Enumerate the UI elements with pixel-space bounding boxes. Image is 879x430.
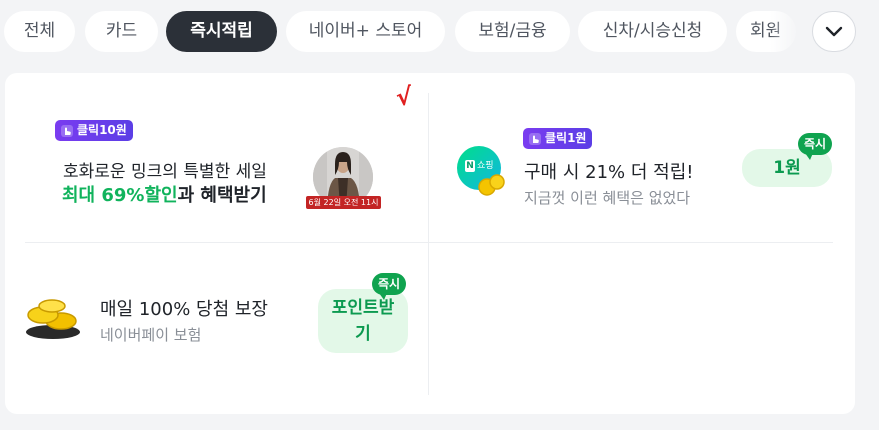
- tab-new-car-test-drive[interactable]: 신차/시승신청: [578, 11, 727, 52]
- click-reward-badge: 클릭1원: [523, 128, 593, 149]
- naver-n-icon: N: [465, 160, 475, 172]
- offers-card: 클릭10원 호화로운 밍크의 특별한 세일 최대 69%할인과 혜택받기 6월 …: [5, 73, 855, 414]
- coin-pile-icon: [26, 299, 80, 339]
- tab-instant-reward[interactable]: 즉시적립: [166, 11, 277, 52]
- offer-title-line2: 최대 69%할인과 혜택받기: [62, 181, 267, 207]
- event-date-label: 6월 22일 오전 11시: [306, 196, 381, 209]
- click-reward-badge: 클릭10원: [55, 120, 133, 141]
- hand-pointer-icon: [529, 132, 541, 145]
- offer-title: 매일 100% 당첨 보장: [100, 299, 268, 320]
- row-divider: [25, 242, 833, 243]
- offer-title: 구매 시 21% 더 적립!: [524, 162, 694, 183]
- checkmark-annotation: √: [394, 82, 414, 112]
- tab-fade-overlay: [770, 8, 810, 56]
- category-tab-bar: 전체 카드 즉시적립 네이버+ 스토어 보험/금융 신차/시승신청 회원: [0, 0, 879, 64]
- instant-tag: 즉시: [372, 273, 407, 300]
- badge-label: 클릭10원: [77, 123, 127, 137]
- get-points-label-line1: 포인트받: [331, 298, 395, 318]
- instant-tag: 즉시: [798, 133, 833, 160]
- tab-card[interactable]: 카드: [85, 11, 158, 52]
- tab-all[interactable]: 전체: [4, 11, 75, 52]
- chevron-down-icon: [825, 26, 843, 36]
- hand-pointer-icon: [61, 124, 73, 137]
- tab-insurance-finance[interactable]: 보험/금융: [455, 11, 570, 52]
- more-tabs-button[interactable]: [812, 11, 856, 52]
- offer-subtitle: 네이버페이 보험: [100, 326, 202, 344]
- column-divider: [428, 93, 429, 395]
- badge-label: 클릭1원: [545, 131, 587, 145]
- offer-title-line2-rest: 과 혜택받기: [177, 185, 267, 206]
- logo-text: 쇼핑: [477, 161, 494, 171]
- get-points-button[interactable]: 포인트받 기: [318, 289, 408, 353]
- offer-item-mink-sale[interactable]: 클릭10원 호화로운 밍크의 특별한 세일 최대 69%할인과 혜택받기 6월 …: [25, 82, 415, 233]
- offer-item-daily-insurance[interactable]: 매일 100% 당첨 보장 네이버페이 보험 포인트받 기 즉시: [25, 253, 420, 398]
- tab-naver-plus-store[interactable]: 네이버+ 스토어: [286, 11, 445, 52]
- offer-title: 호화로운 밍크의 특별한 세일: [63, 162, 267, 182]
- get-points-label-line2: 기: [355, 324, 371, 344]
- offer-item-naver-shopping[interactable]: N 쇼핑 클릭1원 구매 시 21% 더 적립! 지금껏 이런 혜택은 없었다 …: [445, 93, 845, 233]
- discount-highlight: 최대 69%할인: [62, 185, 178, 206]
- offer-subtitle: 지금껏 이런 혜택은 없었다: [524, 189, 691, 207]
- coins-icon: [478, 174, 505, 196]
